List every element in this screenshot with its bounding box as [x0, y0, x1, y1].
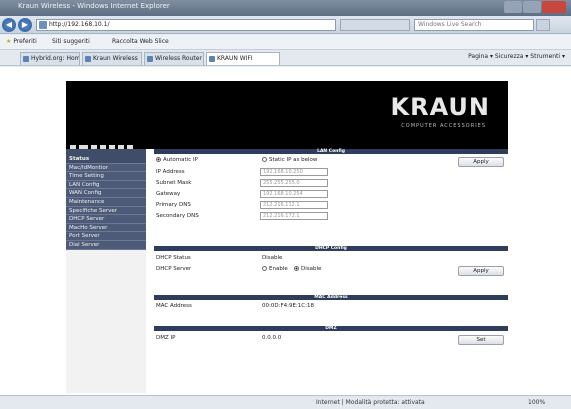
radio-auto-ip[interactable]	[156, 157, 161, 162]
radio-dhcp-enable[interactable]	[262, 266, 267, 271]
lan-apply-button[interactable]: Apply	[458, 157, 504, 167]
auto-ip-option[interactable]: Automatic IP	[156, 157, 198, 163]
radio-dhcp-disable[interactable]	[294, 266, 299, 271]
dhcp-status-label: DHCP Status	[156, 255, 191, 261]
search-icon[interactable]	[536, 19, 550, 31]
zoom-level[interactable]: 100%	[528, 399, 545, 406]
dhcp-disable-option[interactable]: Disable	[294, 266, 321, 272]
mac-address-header: MAC Address	[154, 295, 508, 300]
gateway-field[interactable]: 192.168.10.254	[260, 190, 328, 198]
tab[interactable]: Kraun Wireless	[82, 52, 142, 65]
status-bar: Internet | Modalità protetta: attivata 1…	[0, 395, 571, 409]
dhcp-status-value: Disable	[262, 255, 283, 261]
url-input[interactable]: http://192.168.10.1/	[36, 19, 336, 31]
sidebar-item-dhcp-server[interactable]: DHCP Server	[66, 215, 146, 224]
title-bar: Kraun Wireless - Windows Internet Explor…	[0, 0, 571, 16]
sidebar-item-port-server[interactable]: Port Server	[66, 232, 146, 241]
address-bar: ◀ ▶ http://192.168.10.1/ Windows Live Se…	[0, 16, 571, 34]
back-arrow-icon[interactable]: ◀	[2, 18, 16, 32]
page-content: KRAUN COMPUTER ACCESSORIES Status Mac/Id…	[0, 67, 571, 395]
forward-arrow-icon[interactable]: ▶	[18, 18, 32, 32]
dhcp-config-header: DHCP Config	[154, 246, 508, 251]
banner-icons	[70, 137, 136, 151]
sidebar: Status Mac/IdMontior Time Setting LAN Co…	[66, 149, 146, 393]
secondary-dns-label: Secondary DNS	[156, 213, 199, 219]
window-title: Kraun Wireless - Windows Internet Explor…	[18, 2, 170, 10]
dhcp-server-label: DHCP Server	[156, 266, 192, 272]
sidebar-item-wan-config[interactable]: WAN Config	[66, 189, 146, 198]
sidebar-item-maintenance[interactable]: Maintenance	[66, 197, 146, 207]
secondary-dns-field[interactable]: 212.216.172.1	[260, 212, 328, 220]
radio-static-ip[interactable]	[262, 157, 267, 162]
star-icon: ★	[6, 38, 12, 45]
sidebar-item-mac-monitor[interactable]: Mac/IdMontior	[66, 163, 146, 173]
close-button[interactable]	[542, 1, 566, 13]
ip-address-field[interactable]: 192.168.10.250	[260, 168, 328, 176]
subnet-mask-field[interactable]: 255.255.255.0	[260, 179, 328, 187]
mac-address-value: 00:0D:F4:9E:1C:18	[262, 303, 314, 309]
sidebar-item-dial-server[interactable]: Dial Server	[66, 240, 146, 250]
sidebar-item-lan-config[interactable]: LAN Config	[66, 180, 146, 190]
lan-config-header: LAN Config	[154, 149, 508, 154]
ip-address-label: IP Address	[156, 169, 185, 175]
tab-active[interactable]: KRAUN WIFI	[206, 52, 280, 65]
static-ip-option[interactable]: Static IP as below	[262, 157, 317, 163]
favorites-bar: ★ Preferiti Siti suggeriti Raccolta Web …	[0, 35, 571, 50]
dhcp-apply-button[interactable]: Apply	[458, 266, 504, 276]
minimize-button[interactable]	[504, 1, 522, 13]
mac-address-label: MAC Address	[156, 303, 192, 309]
command-bar[interactable]: Pagina ▾ Sicurezza ▾ Strumenti ▾	[468, 53, 565, 60]
sidebar-item-time-setting[interactable]: Time Setting	[66, 172, 146, 181]
brand-logo: KRAUN	[390, 93, 490, 121]
url-text: http://192.168.10.1/	[49, 21, 110, 28]
sidebar-item-macho-server[interactable]: MacHo Server	[66, 223, 146, 233]
sidebar-item-specific-server[interactable]: Specifiche Server	[66, 206, 146, 216]
subnet-mask-label: Subnet Mask	[156, 180, 192, 186]
sidebar-item-status[interactable]: Status	[66, 155, 146, 164]
tab-bar: Hybrid.org: Home Kraun Wireless Wireless…	[0, 50, 571, 66]
dhcp-enable-option[interactable]: Enable	[262, 266, 288, 272]
favorites-link[interactable]: Raccolta Web Slice	[112, 38, 169, 45]
dmz-ip-label: DMZ IP	[156, 335, 176, 341]
favorites-button[interactable]: ★ Preferiti	[6, 38, 37, 45]
browser-window: Kraun Wireless - Windows Internet Explor…	[0, 0, 571, 409]
refresh-stop-buttons[interactable]	[340, 19, 410, 31]
primary-dns-field[interactable]: 212.216.112.1	[260, 201, 328, 209]
tab[interactable]: Hybrid.org: Home	[20, 52, 80, 65]
maximize-button[interactable]	[523, 1, 541, 13]
dmz-header: DMZ	[154, 326, 508, 331]
header-banner: KRAUN COMPUTER ACCESSORIES	[66, 81, 508, 151]
search-input[interactable]: Windows Live Search	[414, 19, 534, 31]
primary-dns-label: Primary DNS	[156, 202, 191, 208]
dmz-set-button[interactable]: Set	[458, 335, 504, 345]
tab[interactable]: Wireless Router	[144, 52, 204, 65]
favorites-link[interactable]: Siti suggeriti	[52, 38, 90, 45]
brand-tagline: COMPUTER ACCESSORIES	[401, 123, 486, 129]
security-zone: Internet | Modalità protetta: attivata	[316, 399, 425, 406]
gateway-label: Gateway	[156, 191, 181, 197]
page-icon	[39, 21, 47, 29]
dmz-ip-value: 0.0.0.0	[262, 335, 282, 341]
